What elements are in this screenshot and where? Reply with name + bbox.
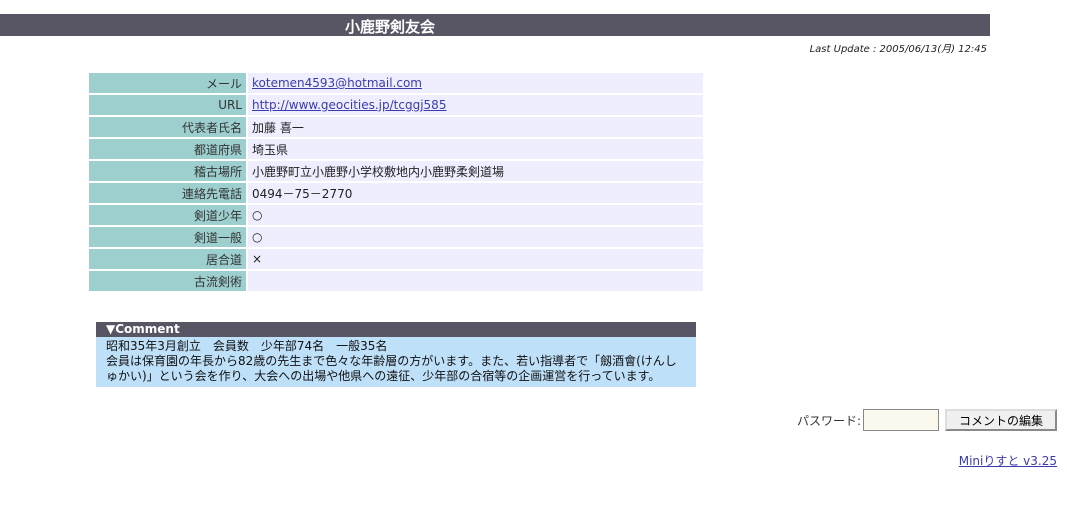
info-value: 小鹿野町立小鹿野小学校敷地内小鹿野柔剣道場 — [246, 160, 703, 183]
info-value[interactable]: kotemen4593@hotmail.com — [246, 73, 703, 95]
info-label: メール — [89, 73, 247, 95]
info-row: URL http://www.geocities.jp/tcggj585 — [89, 94, 703, 117]
info-row: 古流剣術 — [89, 270, 703, 293]
info-row: 代表者氏名 加藤 喜一 — [89, 116, 703, 139]
info-row: 剣道少年 ○ — [89, 204, 703, 227]
password-label: パスワード: — [796, 413, 861, 428]
info-label: 都道府県 — [89, 138, 247, 161]
password-form: パスワード: コメントの編集 — [797, 409, 1057, 431]
info-value: 埼玉県 — [246, 138, 703, 161]
comment-line-1: 昭和35年3月創立 会員数 少年部74名 一般35名 — [106, 339, 388, 353]
info-row: 居合道 × — [89, 248, 703, 271]
info-row: 連絡先電話 0494－75－2770 — [89, 182, 703, 205]
email-link[interactable]: kotemen4593@hotmail.com — [252, 76, 422, 90]
info-label: 居合道 — [89, 248, 247, 271]
comment-header: ▼Comment — [96, 322, 696, 337]
last-update: Last Update : 2005/06/13(月) 12:45 — [809, 44, 987, 55]
password-input[interactable] — [863, 409, 939, 431]
info-value: ○ — [246, 204, 703, 227]
info-row: 剣道一般 ○ — [89, 226, 703, 249]
edit-comment-button[interactable]: コメントの編集 — [945, 409, 1057, 431]
info-row: メール kotemen4593@hotmail.com — [89, 73, 703, 95]
info-table: メール kotemen4593@hotmail.com URL http://www.… — [89, 73, 703, 293]
comment-box: ▼Comment 昭和35年3月創立 会員数 少年部74名 一般35名 会員は保… — [96, 322, 696, 387]
info-label: URL — [89, 94, 247, 117]
title-bar: 小鹿野剣友会 — [0, 14, 990, 36]
info-label: 剣道少年 — [89, 204, 247, 227]
info-value: ○ — [246, 226, 703, 249]
info-value: 加藤 喜一 — [246, 116, 703, 139]
version-link[interactable]: Miniりすと v3.25 — [959, 452, 1057, 469]
info-value: 0494－75－2770 — [246, 182, 703, 205]
info-value: × — [246, 248, 703, 271]
info-value — [246, 270, 703, 293]
info-label: 連絡先電話 — [89, 182, 247, 205]
page-title: 小鹿野剣友会 — [345, 18, 436, 36]
url-link[interactable]: http://www.geocities.jp/tcggj585 — [252, 98, 446, 112]
info-label: 稽古場所 — [89, 160, 247, 183]
info-label: 代表者氏名 — [89, 116, 247, 139]
info-label: 古流剣術 — [89, 270, 247, 293]
comment-line-2: 会員は保育園の年長から82歳の先生まで色々な年齢層の方がいます。また、若い指導者… — [106, 354, 677, 383]
info-row: 都道府県 埼玉県 — [89, 138, 703, 161]
comment-body: 昭和35年3月創立 会員数 少年部74名 一般35名 会員は保育園の年長から82… — [96, 337, 696, 387]
info-value[interactable]: http://www.geocities.jp/tcggj585 — [246, 94, 703, 117]
info-row: 稽古場所 小鹿野町立小鹿野小学校敷地内小鹿野柔剣道場 — [89, 160, 703, 183]
info-label: 剣道一般 — [89, 226, 247, 249]
